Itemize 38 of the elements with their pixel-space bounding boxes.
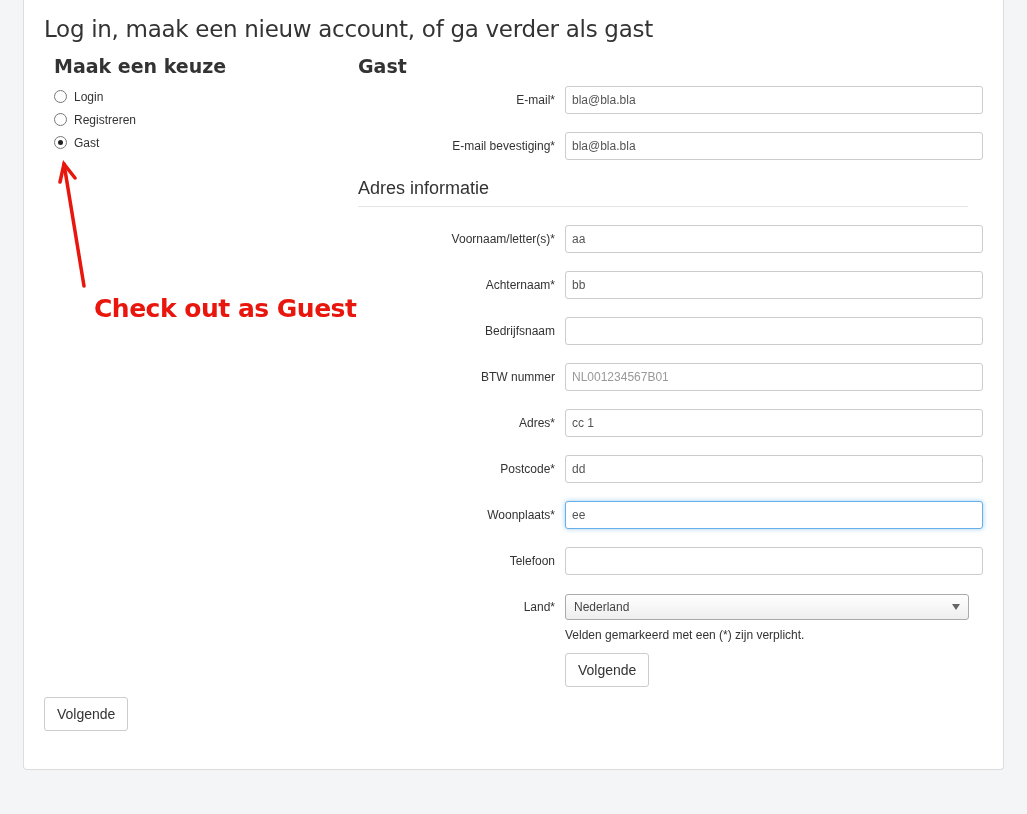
input-field[interactable]: [565, 547, 983, 575]
input-field[interactable]: bb: [565, 271, 983, 299]
input-field[interactable]: dd: [565, 455, 983, 483]
country-dropdown[interactable]: Nederland: [565, 594, 969, 620]
section-heading: Maak een keuze: [54, 55, 228, 77]
radio-option[interactable]: Login: [54, 85, 358, 108]
section-heading: Gast: [358, 55, 408, 77]
input-field[interactable]: cc 1: [565, 409, 983, 437]
radio-button[interactable]: [54, 90, 67, 103]
field-label: Land*: [522, 600, 556, 614]
field-label: Postcode*: [499, 462, 556, 476]
input-field[interactable]: NL001234567B01: [565, 363, 983, 391]
radio-button[interactable]: [54, 113, 67, 126]
input-field[interactable]: aa: [565, 225, 983, 253]
field-label: E-mail*: [515, 93, 556, 107]
field-label: Woonplaats*: [486, 508, 556, 522]
field-label: E-mail bevestiging*: [451, 139, 556, 153]
input-field[interactable]: ee: [565, 501, 983, 529]
required-note: Velden gemarkeerd met een (*) zijn verplicht.: [565, 628, 806, 642]
field-label: Adres*: [517, 416, 556, 430]
input-field[interactable]: bla@bla.bla: [565, 86, 983, 114]
page-title: Log in, maak een nieuw account, of ga verder als gast: [44, 16, 654, 42]
input-field[interactable]: [565, 317, 983, 345]
field-label: Telefoon: [508, 554, 556, 568]
radio-option[interactable]: Gast: [54, 131, 358, 154]
field-label: Bedrijfsnaam: [483, 324, 556, 338]
radio-option[interactable]: Registreren: [54, 108, 358, 131]
field-label: Voornaam/letter(s)*: [450, 232, 556, 246]
radio-button[interactable]: [54, 136, 67, 149]
caret-icon: [952, 604, 960, 610]
section-heading: Adres informatie: [358, 178, 968, 207]
next-button[interactable]: Volgende: [44, 697, 129, 731]
field-label: BTW nummer: [480, 370, 556, 384]
arrow-icon: [58, 160, 88, 288]
field-label: Achternaam*: [484, 278, 556, 292]
input-field[interactable]: bla@bla.bla: [565, 132, 983, 160]
next-button[interactable]: Volgende: [565, 653, 650, 687]
annotation-text: Check out as Guest: [94, 294, 358, 323]
